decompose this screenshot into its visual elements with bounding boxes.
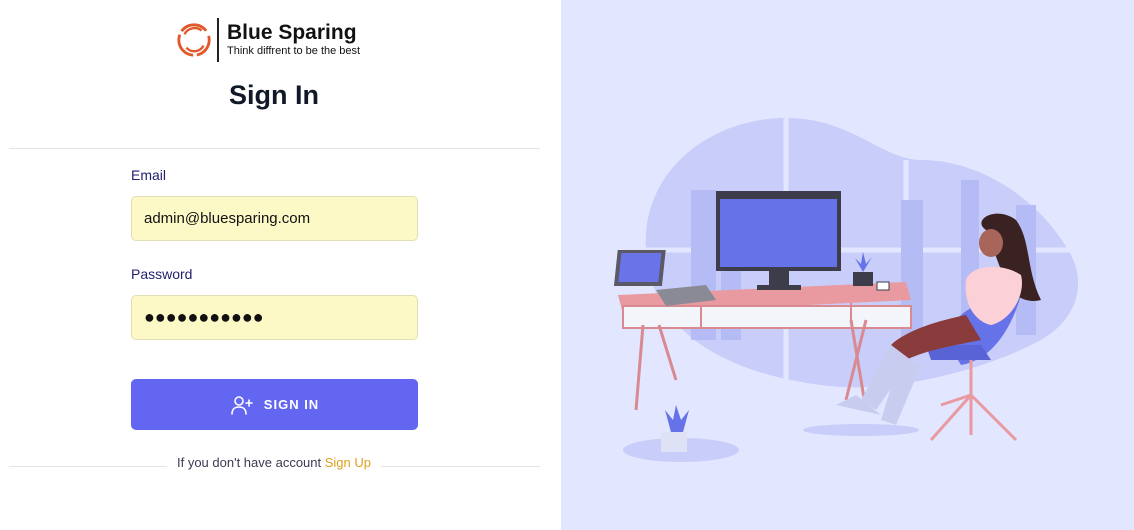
sign-in-button[interactable]: SIGN IN — [131, 379, 418, 430]
brand-logo-mark-icon — [177, 22, 211, 57]
illustration-panel — [561, 0, 1134, 530]
cup — [876, 281, 890, 291]
sign-in-label: SIGN IN — [263, 397, 320, 412]
footer-divider-left — [9, 466, 167, 467]
footer-divider-right — [381, 466, 540, 467]
brand-logo[interactable]: Blue Sparing Think diffrent to be the be… — [175, 17, 360, 62]
logo-text: Blue Sparing Think diffrent to be the be… — [227, 21, 360, 58]
floor-plant — [661, 405, 689, 452]
page-title: Sign In — [229, 80, 319, 110]
brand-tagline: Think diffrent to be the best — [227, 45, 361, 57]
sign-up-link[interactable]: Sign Up — [325, 455, 371, 470]
password-field[interactable]: ●●●●●●●●●●● — [131, 295, 418, 340]
email-field[interactable]: admin@bluesparing.com — [131, 196, 418, 241]
login-panel: Blue Sparing Think diffrent to be the be… — [0, 0, 561, 530]
signup-prompt-text: If you don't have account — [176, 455, 322, 470]
email-label: Email — [131, 167, 167, 183]
signup-prompt: If you don't have account Sign Up — [167, 455, 381, 470]
logo-divider — [217, 17, 219, 62]
brand-name: Blue Sparing — [227, 21, 357, 44]
password-label: Password — [131, 266, 193, 282]
woman-at-desk-illustration — [613, 117, 1079, 462]
user-plus-icon — [230, 395, 253, 415]
floor-shadow — [803, 424, 919, 436]
divider — [9, 148, 540, 149]
